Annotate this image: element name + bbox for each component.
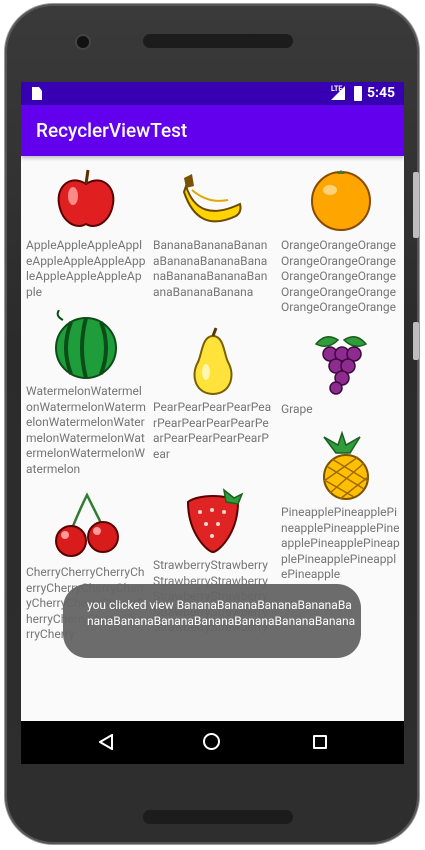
network-type-label: LTE — [331, 85, 343, 93]
apple-icon — [57, 169, 115, 227]
strawberry-icon — [186, 488, 244, 554]
fruit-name: PearPearPearPearPearPearPearPearPearPear… — [153, 400, 272, 461]
back-icon[interactable] — [99, 734, 113, 750]
home-icon[interactable] — [203, 733, 220, 750]
app-bar: RecyclerViewTest — [21, 105, 404, 156]
fruit-item-grape[interactable]: Grape — [281, 328, 401, 418]
navigation-bar — [21, 721, 404, 764]
fruit-item-pineapple[interactable]: PineapplePineapplePineapplePineapplePine… — [281, 431, 401, 583]
fruit-item-banana[interactable]: BananaBananaBananaBananaBananaBananaBana… — [153, 164, 273, 300]
earpiece-speaker — [143, 34, 293, 48]
app-title: RecyclerViewTest — [36, 119, 188, 142]
device-screen: LTE 5:45 RecyclerViewTest AppleAppleAppl… — [21, 82, 404, 764]
fruit-item-pear[interactable]: PearPearPearPearPearPearPearPearPearPear… — [153, 326, 273, 462]
clock: 5:45 — [367, 85, 396, 101]
banana-icon — [182, 174, 242, 223]
sim-card-icon — [32, 87, 42, 100]
grid-column-2: BananaBananaBananaBananaBananaBananaBana… — [153, 156, 273, 636]
fruit-name: OrangeOrangeOrangeOrangeOrangeOrangeOran… — [281, 238, 397, 314]
grape-icon — [314, 335, 368, 395]
fruit-item-orange[interactable]: OrangeOrangeOrangeOrangeOrangeOrangeOran… — [281, 164, 401, 316]
fruit-name: WatermelonWatermelonWatermelonWatermelon… — [26, 384, 146, 476]
recents-icon[interactable] — [313, 735, 327, 749]
fruit-name: Grape — [281, 401, 313, 416]
pineapple-icon — [323, 431, 369, 500]
battery-icon — [354, 86, 362, 101]
grid-column-1: AppleAppleAppleAppleAppleAppleAppleApple… — [26, 156, 146, 643]
front-camera — [77, 36, 89, 48]
cherry-icon — [55, 492, 119, 557]
fruit-item-apple[interactable]: AppleAppleAppleAppleAppleAppleAppleApple… — [26, 164, 146, 300]
toast-message: you clicked view BananaBananaBananaBanan… — [63, 584, 361, 658]
pear-icon — [193, 327, 233, 396]
toast-text: you clicked view BananaBananaBananaBanan… — [87, 598, 356, 628]
fruit-item-watermelon[interactable]: WatermelonWatermelonWatermelonWatermelon… — [26, 310, 146, 477]
bottom-speaker — [143, 810, 293, 824]
fruit-name: BananaBananaBananaBananaBananaBananaBana… — [153, 238, 268, 299]
fruit-name: PineapplePineapplePineapplePineapplePine… — [281, 505, 400, 581]
status-bar: LTE 5:45 — [21, 82, 404, 105]
grid-column-3: OrangeOrangeOrangeOrangeOrangeOrangeOran… — [281, 156, 401, 583]
orange-icon — [311, 170, 371, 231]
power-button — [413, 172, 419, 238]
volume-button — [413, 322, 419, 360]
fruit-name: AppleAppleAppleAppleAppleAppleAppleApple… — [26, 238, 146, 299]
watermelon-icon — [55, 310, 117, 379]
